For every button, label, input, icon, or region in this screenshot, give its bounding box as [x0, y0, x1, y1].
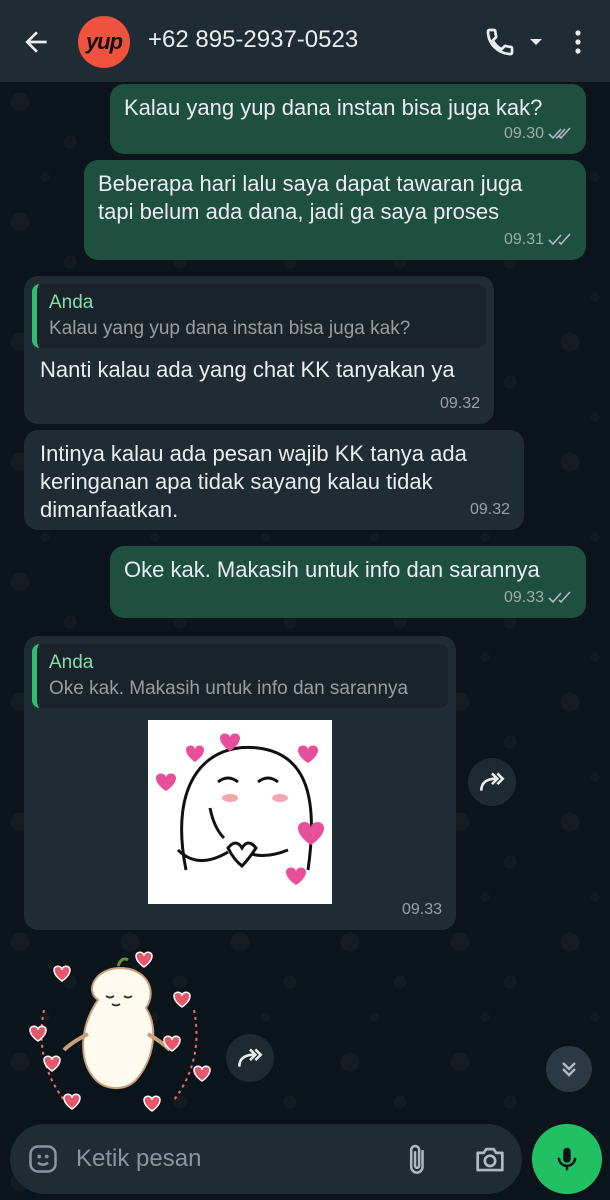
message-text: Beberapa hari lalu saya dapat tawaran ju… — [98, 171, 523, 224]
quote-text: Kalau yang yup dana instan bisa juga kak… — [49, 318, 411, 339]
message-text: Oke kak. Makasih untuk info dan sarannya — [124, 557, 540, 582]
double-check-icon — [548, 233, 571, 246]
message-time: 09.31 — [503, 231, 544, 248]
paperclip-icon[interactable] — [404, 1142, 432, 1176]
quoted-reply[interactable]: Anda Kalau yang yup dana instan bisa jug… — [32, 284, 486, 348]
double-check-icon — [548, 591, 571, 604]
forward-icon — [480, 772, 505, 791]
quote-text: Oke kak. Makasih untuk info dan sarannya — [49, 678, 409, 699]
outgoing-message[interactable]: Kalau yang yup dana instan bisa juga kak… — [110, 84, 586, 154]
message-text: Kalau yang yup dana instan bisa juga kak… — [124, 95, 543, 120]
camera-icon[interactable] — [474, 1144, 506, 1174]
message-input[interactable] — [76, 1142, 376, 1176]
message-composer — [10, 1124, 522, 1194]
avatar[interactable]: yup — [78, 16, 130, 68]
incoming-message[interactable]: Anda Oke kak. Makasih untuk info dan sar… — [24, 636, 456, 930]
message-text: Nanti kalau ada yang chat KK tanyakan ya — [40, 357, 455, 382]
voice-message-button[interactable] — [532, 1124, 602, 1194]
message-time: 09.33 — [503, 589, 544, 606]
message-meta: 09.32 — [440, 390, 480, 418]
outgoing-message[interactable]: Beberapa hari lalu saya dapat tawaran ju… — [84, 160, 586, 260]
forward-button[interactable] — [226, 1034, 274, 1082]
outgoing-message[interactable]: Oke kak. Makasih untuk info dan sarannya… — [110, 546, 586, 618]
double-check-icon — [548, 127, 571, 140]
chevron-down-icon[interactable] — [528, 34, 544, 50]
emoji-icon[interactable] — [28, 1144, 58, 1174]
message-meta: 09.33 — [402, 896, 442, 924]
quote-author: Anda — [49, 652, 94, 673]
contact-name[interactable]: +62 895-2937-0523 — [148, 26, 358, 54]
scroll-to-bottom-button[interactable] — [546, 1046, 592, 1092]
message-time: 09.33 — [401, 901, 442, 918]
message-text: Intinya kalau ada pesan wajib KK tanya a… — [40, 441, 467, 522]
forward-button[interactable] — [468, 758, 516, 806]
phone-icon[interactable] — [484, 26, 516, 58]
double-chevron-down-icon — [562, 1062, 576, 1077]
quoted-reply[interactable]: Anda Oke kak. Makasih untuk info dan sar… — [32, 644, 448, 708]
back-arrow-icon[interactable] — [20, 26, 52, 58]
incoming-message[interactable]: Intinya kalau ada pesan wajib KK tanya a… — [24, 430, 524, 530]
message-meta: 09.30 — [504, 120, 572, 148]
forward-icon — [238, 1048, 263, 1067]
avatar-text: yup — [85, 29, 123, 54]
message-meta: 09.31 — [504, 226, 572, 254]
message-time: 09.30 — [503, 125, 544, 142]
incoming-message[interactable]: Anda Kalau yang yup dana instan bisa jug… — [24, 276, 494, 424]
chat-header: yup +62 895-2937-0523 — [0, 0, 610, 82]
mic-icon — [557, 1147, 577, 1171]
blushing-heart-sticker[interactable] — [148, 720, 332, 904]
message-time: 09.32 — [469, 501, 510, 518]
message-meta: 09.33 — [504, 584, 572, 612]
message-time: 09.32 — [439, 395, 480, 412]
message-meta: 09.32 — [470, 496, 510, 524]
hearts-sticker[interactable] — [24, 950, 214, 1120]
more-vert-icon[interactable] — [566, 26, 590, 58]
quote-author: Anda — [49, 292, 94, 313]
